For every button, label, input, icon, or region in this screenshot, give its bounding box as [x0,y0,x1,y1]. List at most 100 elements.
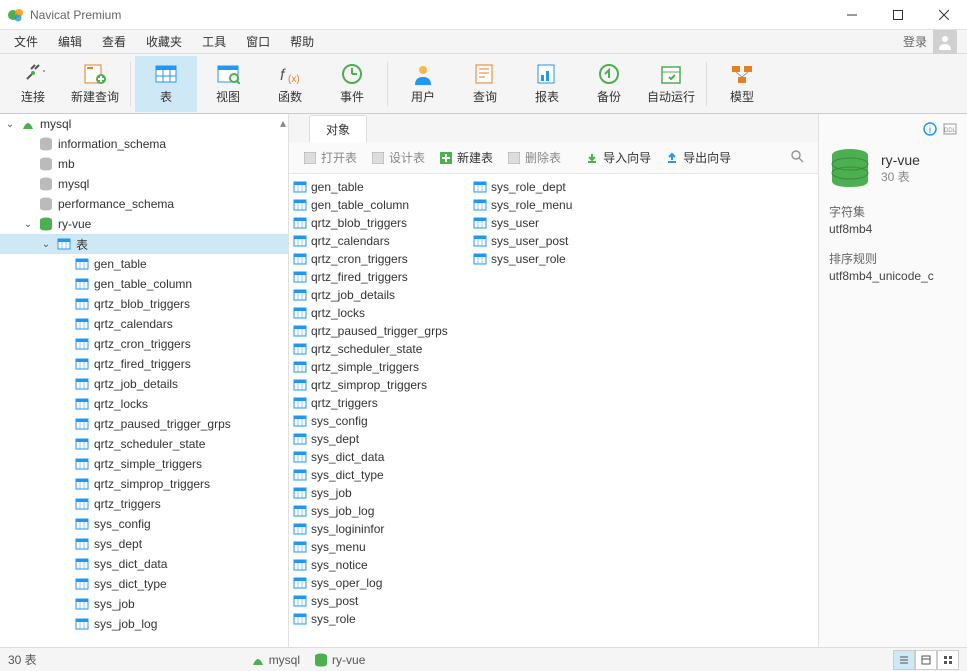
table-item[interactable]: sys_user [469,214,649,232]
menu-item[interactable]: 窗口 [236,30,280,53]
tree-caret-icon[interactable] [58,298,70,310]
table-item[interactable]: sys_user_post [469,232,649,250]
toolbar-backup-button[interactable]: 备份 [578,56,640,112]
open-table-button[interactable]: 打开表 [297,146,363,169]
tree-table-item[interactable]: qrtz_calendars [0,314,288,334]
tree-caret-icon[interactable] [22,158,34,170]
detail-view-button[interactable] [915,650,937,670]
toolbar-fx-button[interactable]: f(x)函数 [259,56,321,112]
table-item[interactable]: sys_job [289,484,469,502]
toolbar-plug-button[interactable]: 连接 [2,56,64,112]
tree-database[interactable]: performance_schema [0,194,288,214]
table-item[interactable]: qrtz_blob_triggers [289,214,469,232]
tree-table-item[interactable]: sys_dept [0,534,288,554]
table-item[interactable]: qrtz_locks [289,304,469,322]
toolbar-newquery-button[interactable]: 新建查询 [64,56,126,112]
tree-caret-icon[interactable] [22,198,34,210]
tree-caret-icon[interactable] [58,558,70,570]
tree-table-item[interactable]: qrtz_blob_triggers [0,294,288,314]
table-item[interactable]: sys_menu [289,538,469,556]
tree-table-item[interactable]: gen_table [0,254,288,274]
tree-caret-icon[interactable] [58,438,70,450]
tree-table-item[interactable]: sys_dict_data [0,554,288,574]
toolbar-schedule-button[interactable]: 自动运行 [640,56,702,112]
toolbar-event-button[interactable]: 事件 [321,56,383,112]
tree-caret-icon[interactable]: ⌄ [22,218,34,230]
tree-table-item[interactable]: sys_job [0,594,288,614]
tree-tables-node[interactable]: ⌄表 [0,234,288,254]
toolbar-view-button[interactable]: 视图 [197,56,259,112]
toolbar-user-button[interactable]: 用户 [392,56,454,112]
menu-item[interactable]: 编辑 [48,30,92,53]
table-item[interactable]: sys_role_dept [469,178,649,196]
table-item[interactable]: sys_dict_type [289,466,469,484]
tree-table-item[interactable]: qrtz_scheduler_state [0,434,288,454]
tree-caret-icon[interactable] [58,518,70,530]
table-item[interactable]: qrtz_scheduler_state [289,340,469,358]
menu-item[interactable]: 文件 [4,30,48,53]
table-item[interactable]: qrtz_job_details [289,286,469,304]
tree-database[interactable]: mysql [0,174,288,194]
toolbar-query-button[interactable]: 查询 [454,56,516,112]
table-item[interactable]: qrtz_triggers [289,394,469,412]
tree-table-item[interactable]: qrtz_fired_triggers [0,354,288,374]
tree-database[interactable]: information_schema [0,134,288,154]
tree-caret-icon[interactable] [58,258,70,270]
tree-database-active[interactable]: ⌄ry-vue [0,214,288,234]
tree-caret-icon[interactable] [58,398,70,410]
table-item[interactable]: qrtz_cron_triggers [289,250,469,268]
tree-table-item[interactable]: qrtz_job_details [0,374,288,394]
menu-item[interactable]: 帮助 [280,30,324,53]
table-item[interactable]: sys_post [289,592,469,610]
tree-caret-icon[interactable] [58,498,70,510]
table-item[interactable]: qrtz_paused_trigger_grps [289,322,469,340]
toolbar-model-button[interactable]: 模型 [711,56,773,112]
tree-table-item[interactable]: sys_job_log [0,614,288,634]
design-table-button[interactable]: 设计表 [365,146,431,169]
info-icon[interactable]: i [923,122,937,139]
tree-caret-icon[interactable] [58,458,70,470]
import-wizard-button[interactable]: 导入向导 [579,146,657,169]
tree-caret-icon[interactable] [58,598,70,610]
maximize-button[interactable] [875,0,921,30]
tree-caret-icon[interactable] [58,618,70,630]
tree-caret-icon[interactable] [58,478,70,490]
delete-table-button[interactable]: 删除表 [501,146,567,169]
table-item[interactable]: qrtz_simprop_triggers [289,376,469,394]
table-item[interactable]: gen_table_column [289,196,469,214]
table-item[interactable]: sys_user_role [469,250,649,268]
tree-table-item[interactable]: qrtz_locks [0,394,288,414]
new-table-button[interactable]: 新建表 [433,146,499,169]
tree-caret-icon[interactable]: ⌄ [40,238,52,250]
table-item[interactable]: sys_dict_data [289,448,469,466]
search-button[interactable] [784,149,810,166]
table-item[interactable]: sys_dept [289,430,469,448]
table-item[interactable]: sys_role [289,610,469,628]
ddl-icon[interactable]: DDL [943,122,957,139]
tree-table-item[interactable]: qrtz_simprop_triggers [0,474,288,494]
toolbar-report-button[interactable]: 报表 [516,56,578,112]
menu-item[interactable]: 查看 [92,30,136,53]
list-view-button[interactable] [893,650,915,670]
tree-connection[interactable]: ⌄mysql [0,114,288,134]
tree-caret-icon[interactable] [58,318,70,330]
tab-objects[interactable]: 对象 [309,115,367,142]
table-item[interactable]: sys_notice [289,556,469,574]
table-item[interactable]: qrtz_fired_triggers [289,268,469,286]
export-wizard-button[interactable]: 导出向导 [659,146,737,169]
tree-table-item[interactable]: qrtz_paused_trigger_grps [0,414,288,434]
toolbar-table-button[interactable]: 表 [135,56,197,112]
tree-caret-icon[interactable] [58,578,70,590]
table-item[interactable]: qrtz_calendars [289,232,469,250]
tree-database[interactable]: mb [0,154,288,174]
table-item[interactable]: sys_role_menu [469,196,649,214]
tree-caret-icon[interactable] [22,178,34,190]
tree-table-item[interactable]: qrtz_triggers [0,494,288,514]
table-item[interactable]: sys_logininfor [289,520,469,538]
tree-caret-icon[interactable] [22,138,34,150]
tree-caret-icon[interactable] [58,538,70,550]
table-item[interactable]: qrtz_simple_triggers [289,358,469,376]
tree-table-item[interactable]: qrtz_cron_triggers [0,334,288,354]
tree-caret-icon[interactable] [58,278,70,290]
tree-caret-icon[interactable] [58,358,70,370]
